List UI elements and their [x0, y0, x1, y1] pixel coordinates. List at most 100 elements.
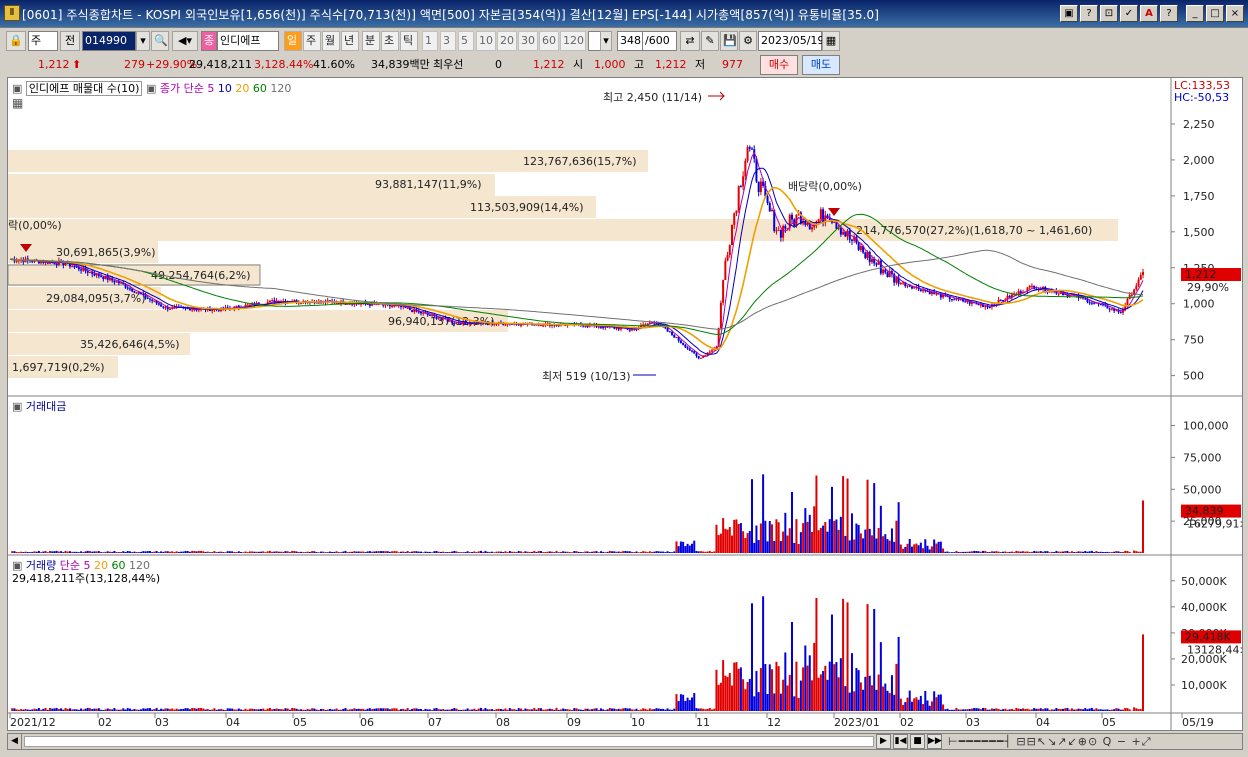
stock-code-input[interactable]: 014990: [82, 31, 136, 51]
amount-bar: [890, 528, 893, 553]
volume-bar: [95, 708, 98, 711]
link-button[interactable]: ▣: [1060, 5, 1078, 22]
check-button[interactable]: ✓: [1120, 5, 1138, 22]
maximize-button[interactable]: □: [1206, 5, 1224, 22]
volume-bar: [391, 708, 394, 711]
low-annotation: 최저 519 (10/13): [542, 370, 631, 383]
close-button[interactable]: ×: [1226, 5, 1244, 22]
volume-bar: [17, 709, 20, 711]
amount-bar: [542, 552, 545, 553]
volume-bar: [531, 709, 534, 711]
y-tick-label: 2,250: [1183, 118, 1215, 131]
next-page-icon[interactable]: ▶▶: [927, 734, 942, 749]
amount-bar: [164, 551, 167, 553]
period-tick[interactable]: 틱: [400, 31, 418, 51]
period-second[interactable]: 초: [381, 31, 399, 51]
volume-bar: [331, 709, 334, 711]
settings-icon[interactable]: ⚙: [739, 31, 757, 51]
period-day[interactable]: 일: [284, 31, 302, 51]
amount-bar: [888, 540, 891, 553]
market-select[interactable]: 주: [28, 31, 58, 51]
amount-bar: [639, 552, 642, 553]
chart-tools[interactable]: ⊢━━━━━━┤ ⊟⊟↖↘↗↙⊕⊙ Q − +⤢: [948, 735, 1152, 749]
speaker-icon[interactable]: ◀▾: [172, 31, 198, 51]
font-button[interactable]: A: [1140, 5, 1158, 22]
interval-1[interactable]: 1: [422, 31, 438, 51]
draw-tool-icon[interactable]: ✎: [701, 31, 719, 51]
ma60-legend: 60: [252, 82, 267, 95]
volume-bar: [948, 709, 951, 711]
period-week[interactable]: 주: [303, 31, 321, 51]
amount-bar: [273, 551, 276, 553]
interval-60[interactable]: 60: [539, 31, 559, 51]
amount-bar: [473, 551, 476, 553]
market-all-button[interactable]: 전: [60, 31, 80, 51]
volume-bar: [619, 709, 622, 711]
amount-bar: [57, 551, 60, 553]
calendar-icon[interactable]: ▦: [822, 31, 840, 51]
amount-bar: [153, 551, 156, 553]
minimize-button[interactable]: _: [1186, 5, 1204, 22]
interval-120[interactable]: 120: [560, 31, 586, 51]
code-dropdown-icon[interactable]: ▾: [136, 31, 150, 51]
amount-bar: [84, 551, 87, 553]
amount-bar: [306, 551, 309, 553]
interval-10[interactable]: 10: [476, 31, 496, 51]
interval-20[interactable]: 20: [497, 31, 517, 51]
interval-5[interactable]: 5: [458, 31, 474, 51]
scroll-track[interactable]: [24, 736, 874, 747]
chart-scrollbar[interactable]: ◀ ▶ ▮◀ ■ ▶▶ ⊢━━━━━━┤ ⊟⊟↖↘↗↙⊕⊙ Q − +⤢: [7, 733, 1243, 750]
amount-bar: [1035, 551, 1038, 553]
amount-bar: [942, 548, 945, 553]
grid-toggle-icon[interactable]: ▦: [12, 96, 23, 110]
volume-bar: [886, 690, 889, 711]
info-button[interactable]: ?: [1160, 5, 1178, 22]
volume-bar: [631, 709, 634, 711]
interval-dropdown-icon[interactable]: ▾: [600, 31, 612, 51]
volume-bar: [160, 708, 163, 711]
amount-bar: [399, 551, 402, 553]
volume-bar: [231, 708, 234, 711]
volume-bar: [997, 708, 1000, 711]
period-month[interactable]: 월: [322, 31, 340, 51]
candle-body: [742, 176, 745, 187]
search-icon[interactable]: 🔍: [151, 31, 169, 51]
candle-body: [102, 276, 105, 279]
lock-icon[interactable]: 🔒: [6, 31, 26, 51]
volume-bar: [164, 708, 167, 711]
window-toggle-button[interactable]: ⊡: [1100, 5, 1118, 22]
save-icon[interactable]: 💾: [720, 31, 738, 51]
chart-canvas[interactable]: 123,767,636(15,7%) 93,881,147(11,9%) 113,5…: [8, 78, 1242, 730]
sell-button[interactable]: 매도: [802, 55, 840, 75]
candle-body: [644, 324, 647, 326]
bar-count-input[interactable]: 348: [617, 31, 643, 51]
scroll-chart-icon[interactable]: ⇄: [680, 31, 700, 51]
stop-icon[interactable]: ■: [910, 734, 925, 749]
period-year[interactable]: 년: [341, 31, 359, 51]
volume-bar: [93, 708, 96, 711]
amount-bar: [513, 551, 516, 553]
interval-30[interactable]: 30: [518, 31, 538, 51]
help-button[interactable]: ?: [1080, 5, 1098, 22]
amount-bar: [759, 523, 762, 553]
volume-bar: [422, 709, 425, 711]
volume-bar: [222, 709, 225, 711]
chart-area[interactable]: 123,767,636(15,7%) 93,881,147(11,9%) 113,5…: [7, 77, 1243, 731]
scroll-left-icon[interactable]: ◀: [8, 734, 22, 749]
volume-bar: [913, 698, 916, 711]
amount-bar: [508, 550, 511, 553]
candle-body: [675, 337, 678, 339]
date-input[interactable]: 2023/05/19: [758, 31, 824, 51]
volume-bar: [204, 709, 207, 711]
interval-3[interactable]: 3: [440, 31, 456, 51]
period-minute[interactable]: 분: [362, 31, 380, 51]
amount-bar: [973, 550, 976, 553]
volume-bar: [355, 708, 358, 711]
prev-page-icon[interactable]: ▮◀: [893, 734, 908, 749]
volume-bar: [1042, 709, 1045, 711]
play-icon[interactable]: ▶: [876, 734, 891, 749]
candle-body: [162, 306, 165, 308]
volume-bar: [808, 655, 811, 711]
favorite-icon[interactable]: 종: [201, 31, 217, 51]
buy-button[interactable]: 매수: [760, 55, 798, 75]
